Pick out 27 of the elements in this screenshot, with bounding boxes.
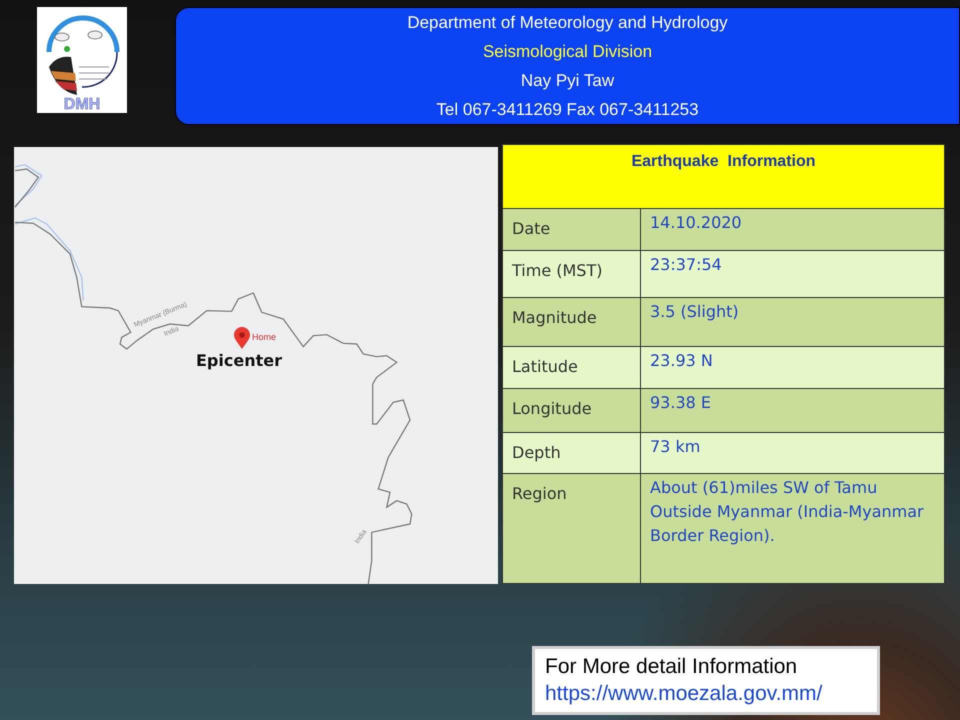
header-line: Nay Pyi Taw xyxy=(520,70,614,91)
table-cell: 23:37:54 xyxy=(641,251,944,297)
table-cell: 23.93 N xyxy=(641,347,944,388)
table-cell: Latitude xyxy=(503,347,640,388)
river-line xyxy=(14,164,43,206)
table-cell: 73 km xyxy=(641,433,944,473)
table-cell: Depth xyxy=(503,433,640,473)
table-cell: 14.10.2020 xyxy=(641,209,944,250)
table-cell: About (61)miles SW of Tamu Outside Myanmar (India-Myanmar Border Region). xyxy=(641,474,944,583)
header-line: Seismological Division xyxy=(482,41,652,62)
header-line: Tel 067-3411269 Fax 067-3411253 xyxy=(436,99,699,120)
website-link[interactable]: https://www.moezala.gov.mm/ xyxy=(545,680,867,707)
border-line xyxy=(14,168,40,208)
table-title: Earthquake Information xyxy=(503,145,944,208)
logo-text: DMH xyxy=(64,96,100,113)
pin-label: Home xyxy=(252,332,276,342)
info-text: For More detail Information xyxy=(545,654,798,680)
table-cell: Time (MST) xyxy=(503,251,640,297)
header-line: Department of Meteorology and Hydrology xyxy=(407,12,728,33)
table-cell: Region xyxy=(503,474,640,583)
table-cell: 3.5 (Slight) xyxy=(641,298,944,346)
table-cell: Magnitude xyxy=(503,298,640,346)
table-cell: Longitude xyxy=(503,389,640,432)
epicenter-label: Epicenter xyxy=(196,351,282,370)
pin-icon xyxy=(234,327,250,349)
table-cell: 93.38 E xyxy=(641,389,944,432)
table-cell: Date xyxy=(503,209,640,250)
